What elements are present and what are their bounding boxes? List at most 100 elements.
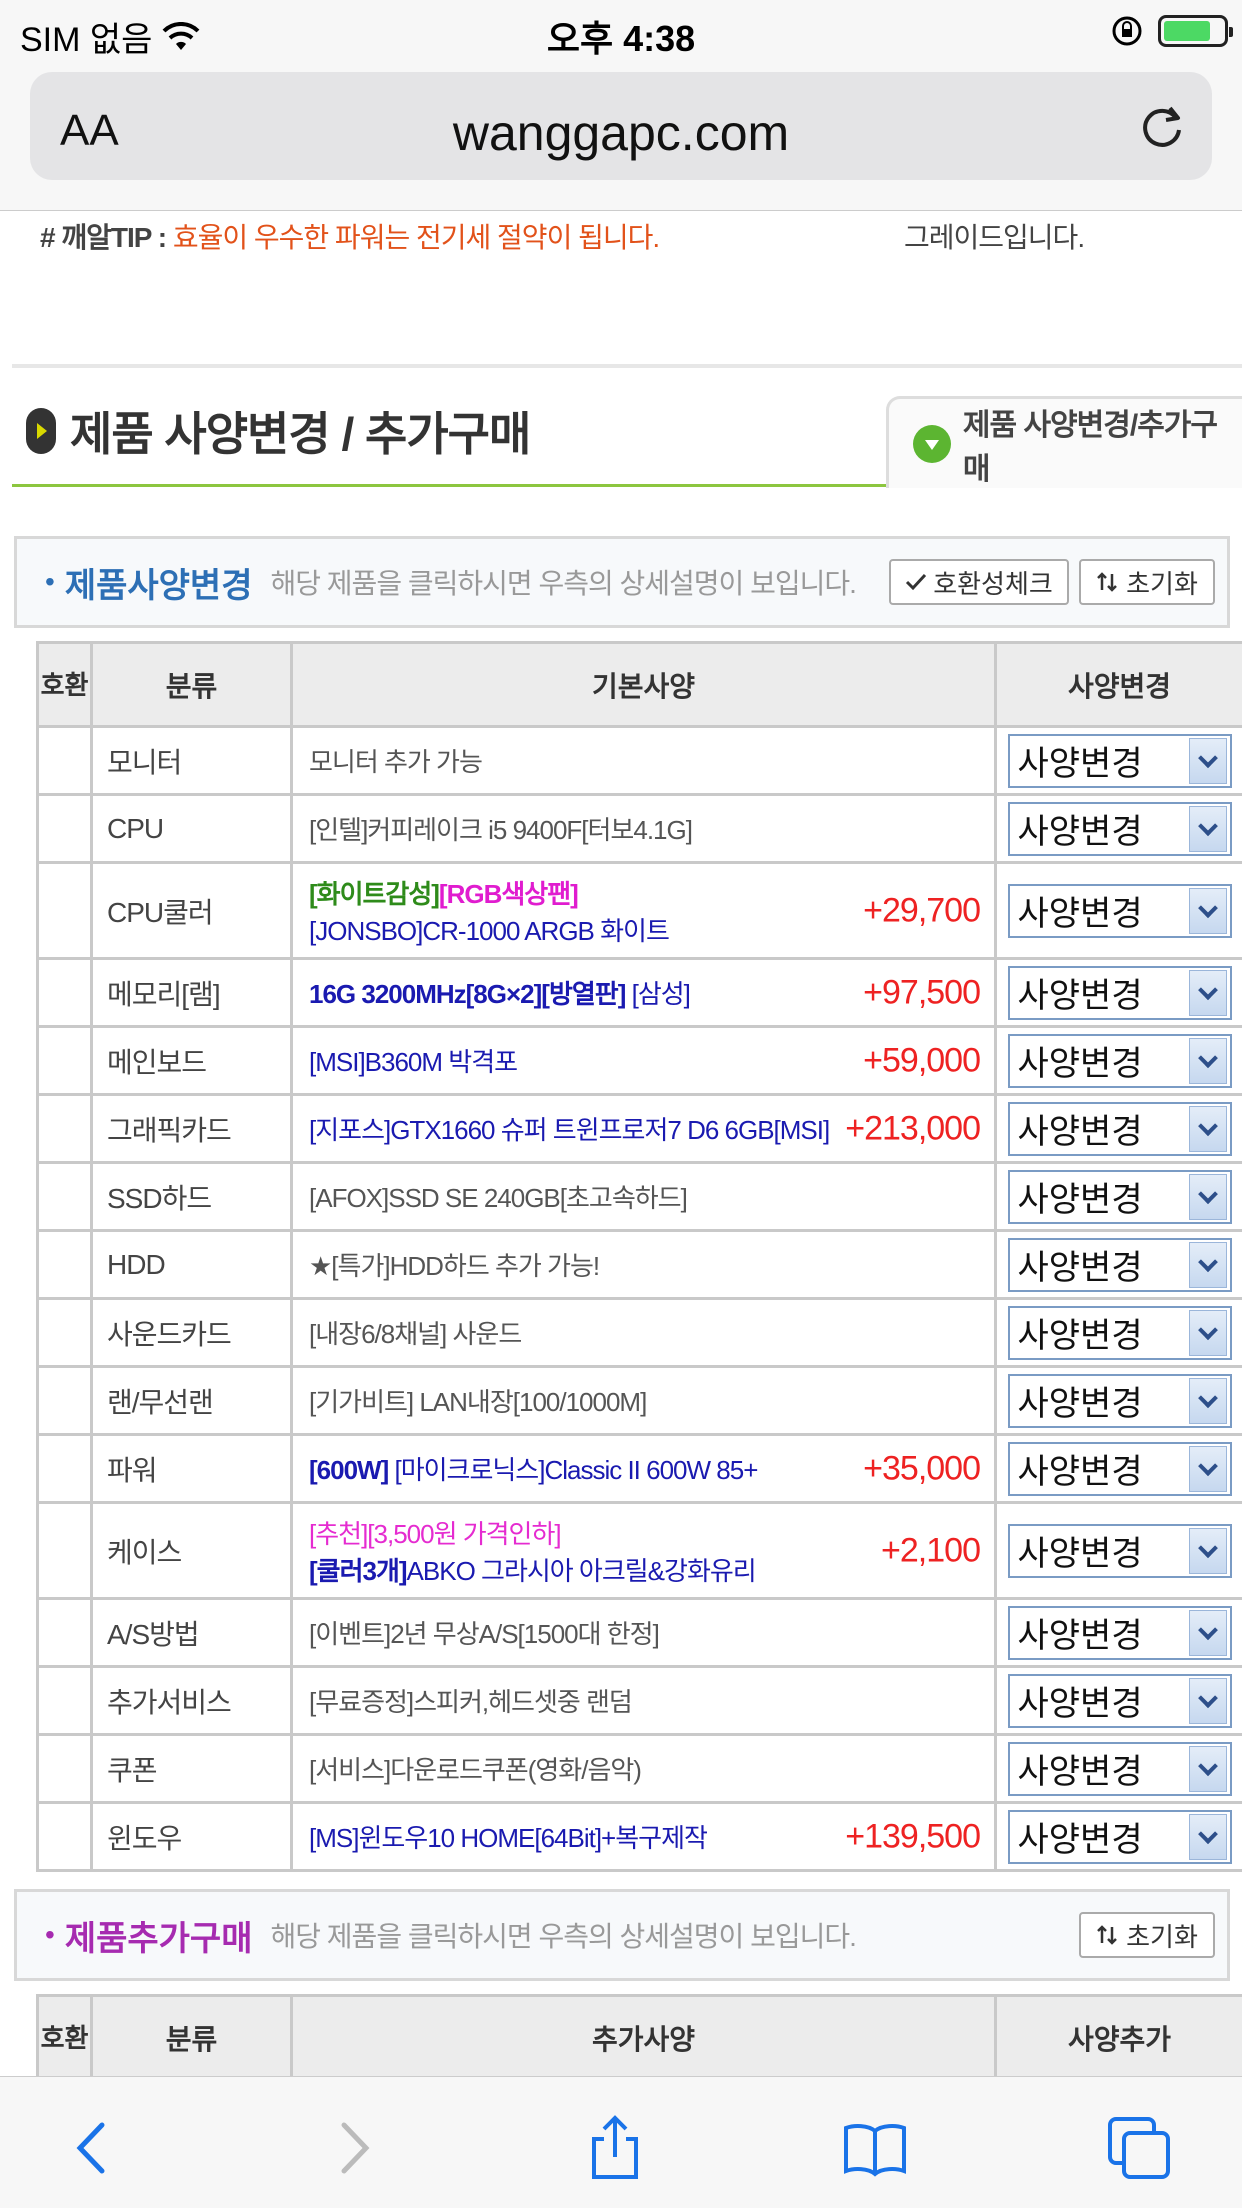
compat-cell (36, 1733, 93, 1804)
spec-cell[interactable]: [내장6/8채널] 사운드 (290, 1297, 997, 1368)
spec-change-select[interactable]: 사양변경 (1007, 801, 1232, 856)
url-text[interactable]: wanggapc.com (30, 104, 1212, 162)
chevron-down-icon[interactable] (1188, 1377, 1227, 1424)
spec-change-select[interactable]: 사양변경 (1007, 1101, 1232, 1156)
category-cell: 랜/무선랜 (90, 1365, 293, 1436)
spec-change-select[interactable]: 사양변경 (1007, 1305, 1232, 1360)
compat-cell (36, 957, 93, 1028)
forward-icon[interactable] (318, 2113, 388, 2183)
chevron-down-icon[interactable] (1188, 887, 1227, 934)
spec-cell[interactable]: [추천][3,500원 가격인하] [쿨러3개]ABKO 그라시아 아크릴&강화유… (290, 1501, 997, 1600)
reload-icon[interactable] (1136, 100, 1188, 152)
spec-change-select[interactable]: 사양변경 (1007, 733, 1232, 788)
spec-cell[interactable]: [지포스]GTX1660 슈퍼 트윈프로저7 D6 6GB[MSI] +213,0… (290, 1093, 997, 1164)
col-category: 분류 (90, 1994, 293, 2081)
spec-row[interactable]: 그래픽카드 [지포스]GTX1660 슈퍼 트윈프로저7 D6 6GB[MSI] +… (36, 1093, 1242, 1164)
compat-cell (36, 1365, 93, 1436)
chevron-down-icon[interactable] (1188, 805, 1227, 852)
spec-row[interactable]: 모니터 모니터 추가 가능 사양변경 (36, 725, 1242, 796)
spec-row[interactable]: HDD ★[특가]HDD하드 추가 가능! 사양변경 (36, 1229, 1242, 1300)
spec-row[interactable]: 쿠폰 [서비스]다운로드쿠폰(영화/음악) 사양변경 (36, 1733, 1242, 1804)
spec-line: 모니터 추가 가능 (309, 742, 994, 779)
spec-row[interactable]: CPU쿨러 [화이트감성][RGB색상팬] [JONSBO]CR-1000 ARGB… (36, 861, 1242, 960)
spec-row[interactable]: 파워 [600W] [마이크로닉스]Classic II 600W 85+ +35,… (36, 1433, 1242, 1504)
chevron-down-icon[interactable] (1188, 1745, 1227, 1792)
chevron-down-icon[interactable] (1188, 1677, 1227, 1724)
spec-row[interactable]: A/S방법 [이벤트]2년 무상A/S[1500대 한정] 사양변경 (36, 1597, 1242, 1668)
spec-cell[interactable]: [서비스]다운로드쿠폰(영화/음악) (290, 1733, 997, 1804)
section-underline (12, 484, 888, 487)
spec-row[interactable]: CPU [인텔]커피레이크 i5 9400F[터보4.1G] 사양변경 (36, 793, 1242, 864)
orientation-lock-icon (1112, 16, 1142, 46)
col-category: 분류 (90, 641, 293, 728)
spec-row[interactable]: 메모리[램] 16G 3200MHz[8G×2][방열판] [삼성] +97,500… (36, 957, 1242, 1028)
spec-text: ABKO 그라시아 아크릴&강화유리 (406, 1555, 757, 1586)
spec-change-select[interactable]: 사양변경 (1007, 1033, 1232, 1088)
spec-cell[interactable]: [MS]윈도우10 HOME[64Bit]+복구제작 +139,500 (290, 1801, 997, 1872)
spec-change-select[interactable]: 사양변경 (1007, 1605, 1232, 1660)
spec-cell[interactable]: [MSI]B360M 박격포 +59,000 (290, 1025, 997, 1096)
spec-row[interactable]: 랜/무선랜 [기가비트] LAN내장[100/1000M] 사양변경 (36, 1365, 1242, 1436)
tab-spec-change[interactable]: 제품 사양변경/추가구매 (886, 396, 1242, 488)
reset-button[interactable]: 초기화 (1079, 559, 1215, 605)
spec-cell[interactable]: [600W] [마이크로닉스]Classic II 600W 85+ +35,00… (290, 1433, 997, 1504)
spec-cell[interactable]: ★[특가]HDD하드 추가 가능! (290, 1229, 997, 1300)
select-label: 사양변경 (1017, 1181, 1143, 1219)
spec-cell[interactable]: 16G 3200MHz[8G×2][방열판] [삼성] +97,500 (290, 957, 997, 1028)
select-wrap: 사양변경 (997, 1605, 1242, 1660)
compat-cell (36, 1229, 93, 1300)
compat-check-button[interactable]: 호환성체크 (889, 559, 1069, 605)
add-reset-button[interactable]: 초기화 (1079, 1912, 1215, 1958)
chevron-down-icon[interactable] (1188, 1609, 1227, 1656)
chevron-down-icon[interactable] (1188, 969, 1227, 1016)
spec-change-select[interactable]: 사양변경 (1007, 1169, 1232, 1224)
spec-bold: [600W] (309, 1455, 389, 1485)
share-icon[interactable] (580, 2113, 650, 2183)
bookmarks-icon[interactable] (840, 2113, 910, 2183)
spec-change-select[interactable]: 사양변경 (1007, 965, 1232, 1020)
spec-change-select[interactable]: 사양변경 (1007, 1237, 1232, 1292)
select-wrap: 사양변경 (997, 1237, 1242, 1292)
spec-change-select[interactable]: 사양변경 (1007, 1741, 1232, 1796)
spec-change-select[interactable]: 사양변경 (1007, 883, 1232, 938)
spec-text: [무료증정]스피커,헤드셋중 랜덤 (309, 1687, 633, 1717)
spec-cell[interactable]: [인텔]커피레이크 i5 9400F[터보4.1G] (290, 793, 997, 864)
spec-row[interactable]: 케이스 [추천][3,500원 가격인하] [쿨러3개]ABKO 그라시아 아크릴&… (36, 1501, 1242, 1600)
spec-row[interactable]: SSD하드 [AFOX]SSD SE 240GB[초고속하드] 사양변경 (36, 1161, 1242, 1232)
address-bar[interactable]: AA wanggapc.com (30, 72, 1212, 180)
spec-change-select[interactable]: 사양변경 (1007, 1809, 1232, 1864)
category-cell: CPU쿨러 (90, 861, 293, 960)
spec-cell[interactable]: [무료증정]스피커,헤드셋중 랜덤 (290, 1665, 997, 1736)
select-label: 사양변경 (1017, 1045, 1143, 1083)
spec-cell[interactable]: 모니터 추가 가능 (290, 725, 997, 796)
spec-change-select[interactable]: 사양변경 (1007, 1673, 1232, 1728)
spec-cell[interactable]: [AFOX]SSD SE 240GB[초고속하드] (290, 1161, 997, 1232)
spec-change-select[interactable]: 사양변경 (1007, 1441, 1232, 1496)
spec-row[interactable]: 추가서비스 [무료증정]스피커,헤드셋중 랜덤 사양변경 (36, 1665, 1242, 1736)
spec-row[interactable]: 윈도우 [MS]윈도우10 HOME[64Bit]+복구제작 +139,500 사양변… (36, 1801, 1242, 1872)
spec-change-select[interactable]: 사양변경 (1007, 1523, 1232, 1578)
chevron-down-icon[interactable] (1188, 1037, 1227, 1084)
spec-row[interactable]: 메인보드 [MSI]B360M 박격포 +59,000 사양변경 (36, 1025, 1242, 1096)
chevron-down-icon[interactable] (1188, 1241, 1227, 1288)
spec-change-select[interactable]: 사양변경 (1007, 1373, 1232, 1428)
tip-line: # 깨알TIP : 효율이 우수한 파워는 전기세 절약이 됩니다. (40, 216, 660, 256)
chevron-down-icon[interactable] (1188, 1813, 1227, 1860)
spec-cell[interactable]: [이벤트]2년 무상A/S[1500대 한정] (290, 1597, 997, 1668)
chevron-down-icon[interactable] (1188, 737, 1227, 784)
spec-cell[interactable]: [화이트감성][RGB색상팬] [JONSBO]CR-1000 ARGB 화이트 +… (290, 861, 997, 960)
spec-cell[interactable]: [기가비트] LAN내장[100/1000M] (290, 1365, 997, 1436)
tabs-icon[interactable] (1104, 2113, 1174, 2183)
back-icon[interactable] (58, 2113, 128, 2183)
spec-row[interactable]: 사운드카드 [내장6/8채널] 사운드 사양변경 (36, 1297, 1242, 1368)
add-panel-header: • 제품추가구매 해당 제품을 클릭하시면 우측의 상세설명이 보입니다. 초기… (14, 1889, 1230, 1981)
chevron-down-icon[interactable] (1188, 1105, 1227, 1152)
spec-text: [JONSBO]CR-1000 ARGB 화이트 (309, 915, 670, 946)
chevron-down-icon[interactable] (1188, 1173, 1227, 1220)
chevron-down-icon[interactable] (1188, 1527, 1227, 1574)
browser-toolbar (0, 2076, 1242, 2208)
select-label: 사양변경 (1017, 1821, 1143, 1859)
chevron-down-icon[interactable] (1188, 1309, 1227, 1356)
spec-text: [이벤트]2년 무상A/S[1500대 한정] (309, 1619, 660, 1649)
chevron-down-icon[interactable] (1188, 1445, 1227, 1492)
